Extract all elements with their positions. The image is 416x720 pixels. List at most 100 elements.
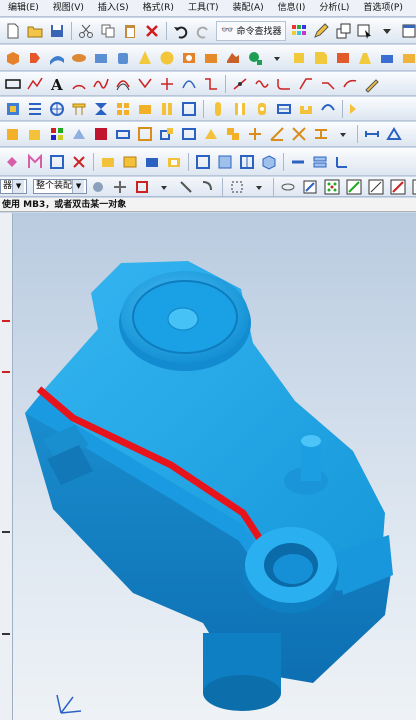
tube-icon[interactable]	[69, 48, 89, 68]
join-curve-icon[interactable]	[201, 74, 221, 94]
tangent-snap-icon[interactable]	[388, 177, 408, 196]
resource-tab-marker[interactable]	[2, 371, 10, 373]
rectangle-select-icon[interactable]	[227, 177, 247, 196]
delete-icon[interactable]	[142, 21, 162, 41]
trim-curve-icon[interactable]	[230, 74, 250, 94]
extend-curve-icon[interactable]	[296, 74, 316, 94]
move-feature-icon[interactable]	[135, 124, 155, 144]
undo-icon[interactable]	[171, 21, 191, 41]
menu-preferences[interactable]: 首选项(P)	[355, 0, 408, 16]
command-finder-button[interactable]: 👓 命令查找器	[216, 20, 287, 41]
chamfer-icon[interactable]	[311, 48, 331, 68]
cut-face-icon[interactable]	[69, 152, 89, 172]
window-icon[interactable]	[399, 21, 416, 41]
view-right-icon[interactable]	[237, 152, 257, 172]
dropdown-arrow-icon[interactable]	[154, 177, 174, 196]
delete-face-icon[interactable]	[289, 124, 309, 144]
datum-csys-icon[interactable]	[332, 152, 352, 172]
select-all-icon[interactable]	[176, 177, 196, 196]
pattern-face-icon[interactable]	[25, 152, 45, 172]
draft-icon[interactable]	[355, 48, 375, 68]
selection-scope-dropdown[interactable]: 整个装配 ▼	[33, 179, 88, 194]
copy-icon[interactable]	[98, 21, 118, 41]
linear-dimension-icon[interactable]	[311, 124, 331, 144]
grid-snap-icon[interactable]	[322, 177, 342, 196]
intersect-curve-icon[interactable]	[157, 74, 177, 94]
cone-icon[interactable]	[135, 48, 155, 68]
shaded-icon[interactable]	[98, 152, 118, 172]
mirror-assembly-icon[interactable]	[91, 99, 111, 119]
replace-component-icon[interactable]	[135, 99, 155, 119]
thread-icon[interactable]	[252, 99, 272, 119]
revolve-icon[interactable]	[25, 48, 45, 68]
edge-blend-icon[interactable]	[289, 48, 309, 68]
slot-icon[interactable]	[208, 99, 228, 119]
color-palette-icon[interactable]	[289, 21, 309, 41]
selection-priority-icon[interactable]	[110, 177, 130, 196]
exploded-view-icon[interactable]	[179, 99, 199, 119]
move-component-icon[interactable]	[47, 99, 67, 119]
dropdown-arrow-icon[interactable]	[377, 21, 397, 41]
block-icon[interactable]	[91, 48, 111, 68]
fillet-curve-icon[interactable]	[274, 74, 294, 94]
measure-distance-icon[interactable]	[362, 124, 382, 144]
replace-face-icon[interactable]	[201, 124, 221, 144]
menu-insert[interactable]: 插入(S)	[90, 0, 135, 16]
sketch-icon[interactable]	[362, 74, 382, 94]
constraint-icon[interactable]	[69, 99, 89, 119]
open-folder-icon[interactable]	[25, 21, 45, 41]
boss-icon[interactable]	[201, 48, 221, 68]
mirror-icon[interactable]	[399, 48, 416, 68]
length-curve-icon[interactable]	[340, 74, 360, 94]
paste-icon[interactable]	[120, 21, 140, 41]
menu-assembly[interactable]: 装配(A)	[224, 0, 269, 16]
view-iso-icon[interactable]	[259, 152, 279, 172]
cursor-select-icon[interactable]	[355, 21, 375, 41]
dropdown-arrow-icon[interactable]	[267, 48, 287, 68]
project-curve-icon[interactable]	[135, 74, 155, 94]
rectangle-icon[interactable]	[3, 74, 23, 94]
menu-window[interactable]: 窗口	[409, 0, 416, 16]
copy-face-icon[interactable]	[47, 152, 67, 172]
view-front-icon[interactable]	[193, 152, 213, 172]
save-icon[interactable]	[47, 21, 67, 41]
point-snap-icon[interactable]	[410, 177, 416, 196]
bore-hole-inner[interactable]	[273, 554, 313, 584]
section-view-icon[interactable]	[288, 152, 308, 172]
center-dome[interactable]	[167, 307, 199, 331]
general-filter-icon[interactable]	[88, 177, 108, 196]
menu-view[interactable]: 视图(V)	[45, 0, 90, 16]
menu-format[interactable]: 格式(R)	[135, 0, 180, 16]
rib-icon[interactable]	[274, 99, 294, 119]
show-hide-icon[interactable]	[3, 152, 23, 172]
resource-tab-marker[interactable]	[2, 320, 10, 322]
curve-snap-icon[interactable]	[366, 177, 386, 196]
playback-icon[interactable]	[113, 124, 133, 144]
menu-information[interactable]: 信息(I)	[270, 0, 312, 16]
sphere-icon[interactable]	[157, 48, 177, 68]
edge-shaded-icon[interactable]	[120, 152, 140, 172]
offset-region-icon[interactable]	[179, 124, 199, 144]
resize-blend-icon[interactable]	[223, 124, 243, 144]
cross-section-icon[interactable]	[142, 152, 162, 172]
add-component-icon[interactable]	[25, 99, 45, 119]
menu-analysis[interactable]: 分析(L)	[311, 0, 355, 16]
unsuppress-feature-icon[interactable]	[91, 124, 111, 144]
datum-plane-icon[interactable]	[310, 152, 330, 172]
line-icon[interactable]	[25, 74, 45, 94]
array-component-icon[interactable]	[113, 99, 133, 119]
type-filter-dropdown[interactable]: 器 ▼	[0, 179, 28, 194]
stretch-curve-icon[interactable]	[318, 74, 338, 94]
reorder-feature-icon[interactable]	[47, 124, 67, 144]
extrude-icon[interactable]	[3, 48, 23, 68]
shell-icon[interactable]	[333, 48, 353, 68]
dropdown-arrow-icon[interactable]	[249, 177, 269, 196]
synchronous-move-icon[interactable]	[157, 124, 177, 144]
layer-icon[interactable]	[333, 21, 353, 41]
replace-feature-icon[interactable]	[25, 124, 45, 144]
midpoint-snap-icon[interactable]	[344, 177, 364, 196]
pin-top[interactable]	[301, 435, 321, 447]
pad-icon[interactable]	[245, 48, 265, 68]
component-icon[interactable]	[3, 99, 23, 119]
sew-icon[interactable]	[347, 99, 367, 119]
